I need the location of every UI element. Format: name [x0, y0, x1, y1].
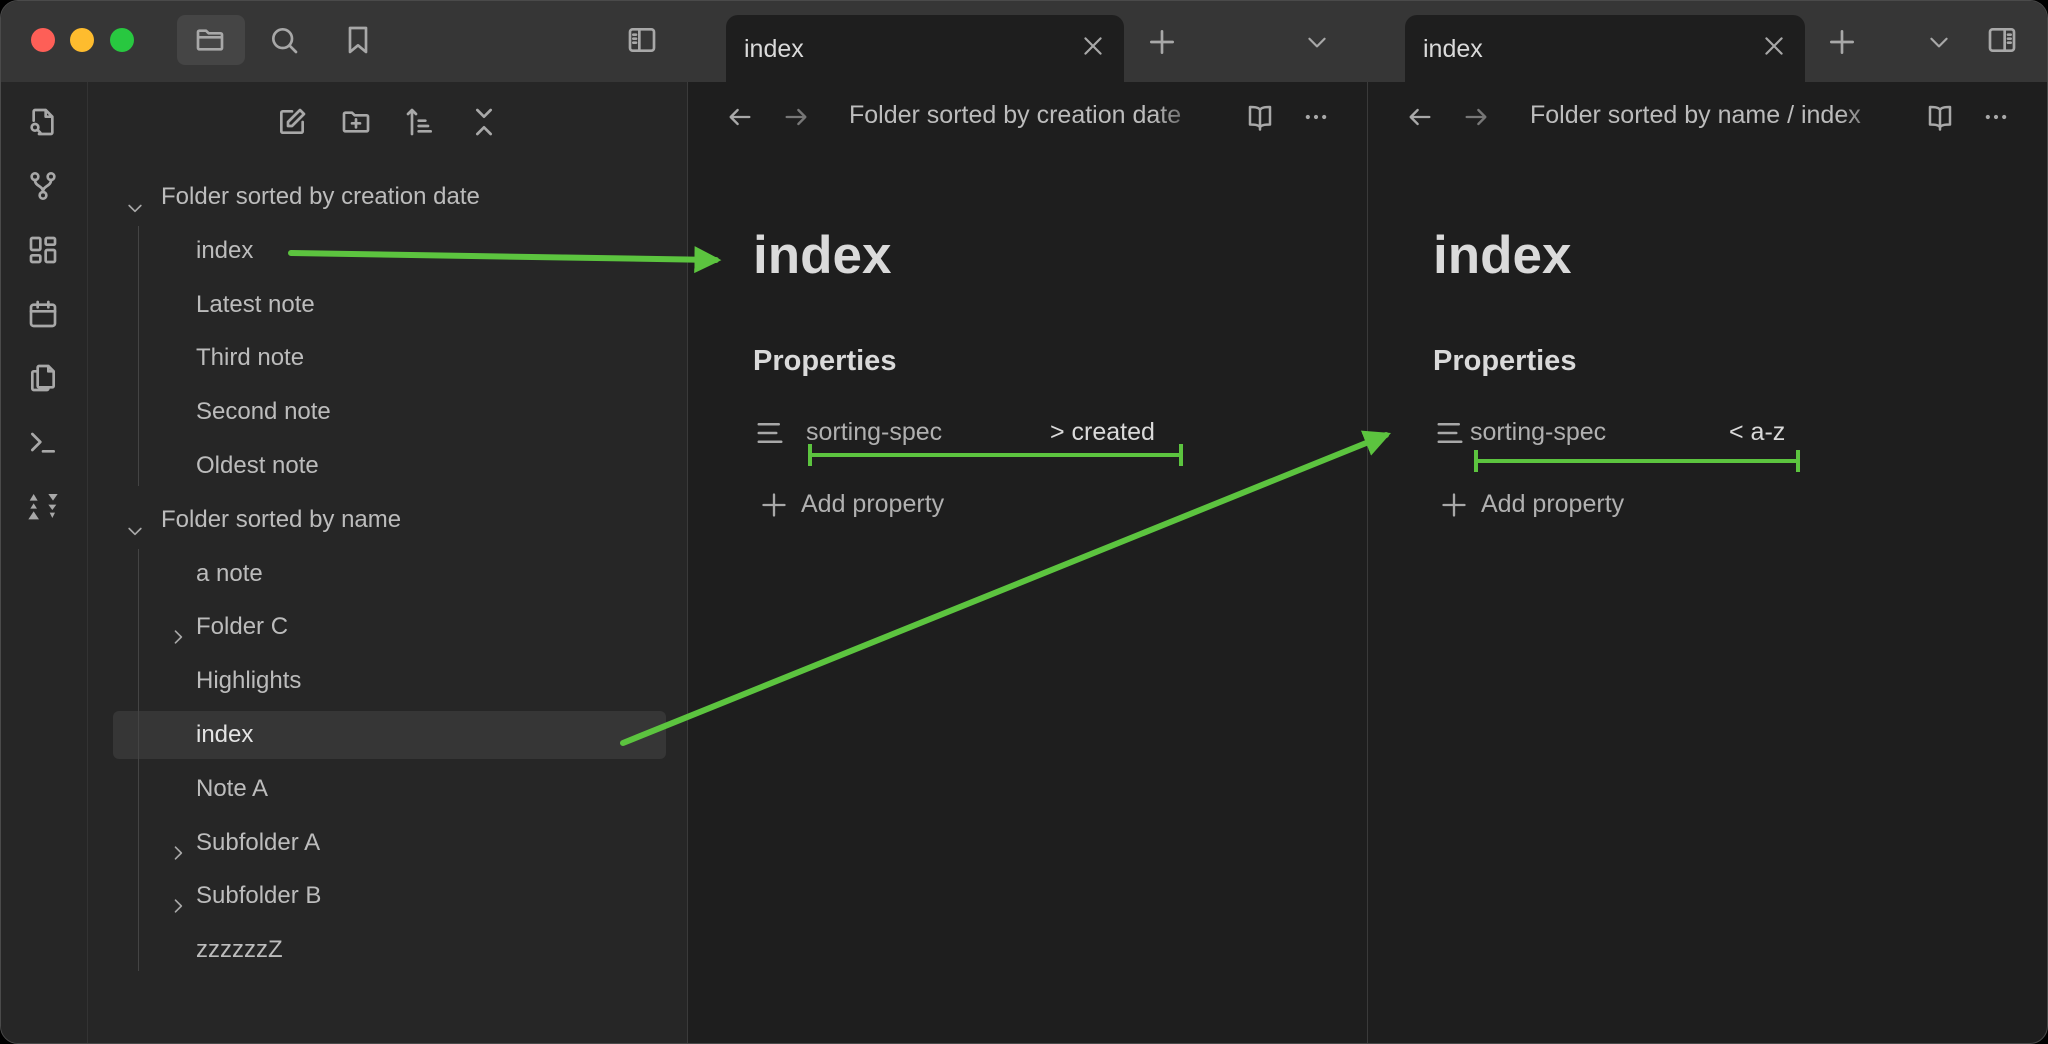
text-property-icon[interactable]: [1435, 417, 1465, 449]
tree-item-label: Folder C: [196, 613, 289, 641]
zoom-window-button[interactable]: [110, 28, 134, 52]
tree-folder-item[interactable]: Folder sorted by name: [113, 496, 666, 544]
minimize-window-button[interactable]: [70, 28, 94, 52]
properties-heading: Properties: [1433, 345, 1577, 377]
tree-item-label: Latest note: [196, 290, 315, 318]
close-tab-icon[interactable]: [1080, 33, 1106, 59]
tree-file-item[interactable]: zzzzzzZ: [113, 926, 666, 974]
add-property-button[interactable]: Add property: [801, 490, 944, 519]
bookmark-icon[interactable]: [342, 24, 374, 56]
property-key[interactable]: sorting-spec: [806, 418, 942, 447]
add-property-button[interactable]: Add property: [1481, 490, 1624, 519]
tree-folder-item[interactable]: Folder sorted by creation date: [113, 173, 666, 221]
tree-item-label: Highlights: [196, 667, 302, 695]
new-note-icon[interactable]: [276, 106, 308, 138]
property-key[interactable]: sorting-spec: [1470, 418, 1606, 447]
chevron-right-icon[interactable]: [157, 627, 183, 647]
tree-guide: [138, 226, 139, 486]
properties-heading: Properties: [753, 345, 897, 377]
note-title[interactable]: index: [753, 225, 891, 286]
plus-icon: [1440, 489, 1468, 521]
more-options-icon[interactable]: [1982, 101, 2010, 133]
forward-arrow-icon[interactable]: [1462, 101, 1490, 133]
back-arrow-icon[interactable]: [726, 101, 754, 133]
breadcrumb[interactable]: Folder sorted by creation date: [849, 101, 1209, 130]
tree-item-label: Second note: [196, 398, 331, 426]
tree-file-item[interactable]: a note: [113, 550, 666, 598]
plus-icon: [760, 489, 788, 521]
right-sidebar-toggle-icon[interactable]: [1986, 24, 2018, 56]
file-search-icon[interactable]: [27, 106, 59, 138]
tree-file-item[interactable]: Third note: [113, 334, 666, 382]
property-value[interactable]: > created: [1050, 418, 1155, 447]
tree-item-label: Subfolder B: [196, 882, 322, 910]
tab-label: index: [744, 35, 804, 63]
tree-item-label: Note A: [196, 774, 269, 802]
chevron-down-icon[interactable]: [1926, 26, 1952, 58]
property-value[interactable]: < a-z: [1729, 418, 1785, 447]
tree-item-label: index: [196, 236, 254, 264]
new-folder-icon[interactable]: [340, 106, 372, 138]
editor-pane: Folder sorted by creation date index Pro…: [688, 82, 1368, 1043]
reading-view-icon[interactable]: [1925, 101, 1955, 133]
graph-icon[interactable]: [27, 170, 59, 202]
tree-item-label: Folder sorted by name: [161, 505, 402, 533]
tree-item-label: Folder sorted by creation date: [161, 183, 480, 210]
forward-arrow-icon[interactable]: [782, 101, 810, 133]
app-window: index index Folder sorted by creation da…: [0, 0, 2048, 1044]
sort-order-icon[interactable]: [404, 106, 436, 138]
tree-item-label: zzzzzzZ: [196, 936, 283, 964]
chevron-down-icon[interactable]: [125, 510, 145, 535]
sidebar-toggle-icon[interactable]: [626, 24, 658, 56]
chevron-down-icon[interactable]: [125, 187, 145, 213]
collapse-all-icon[interactable]: [468, 106, 500, 138]
new-tab-icon[interactable]: [1146, 26, 1178, 58]
tree-item-label: Subfolder A: [196, 828, 321, 856]
tree-item-label: a note: [196, 559, 263, 587]
tree-file-item[interactable]: Oldest note: [113, 442, 666, 490]
new-tab-icon[interactable]: [1826, 26, 1858, 58]
file-explorer: Folder sorted by creation date index Lates…: [88, 82, 688, 1043]
tree-file-item[interactable]: Highlights: [113, 657, 666, 705]
tree-folder-item[interactable]: Folder C: [113, 603, 666, 651]
dashboard-icon[interactable]: [27, 234, 59, 266]
note-title[interactable]: index: [1433, 225, 1571, 286]
tree-guide: [138, 549, 139, 971]
chevron-right-icon[interactable]: [157, 896, 183, 916]
tree-item-label: Oldest note: [196, 452, 319, 479]
tree-file-item[interactable]: index: [113, 227, 666, 275]
breadcrumb[interactable]: Folder sorted by name / index: [1530, 101, 1895, 130]
tree-item-label: Third note: [196, 344, 305, 372]
terminal-icon[interactable]: [27, 426, 59, 458]
tree-file-item[interactable]: Second note: [113, 388, 666, 436]
tree-folder-item[interactable]: Subfolder B: [113, 872, 666, 920]
ribbon: [1, 82, 88, 1043]
close-tab-icon[interactable]: [1761, 33, 1787, 59]
more-options-icon[interactable]: [1302, 101, 1330, 133]
close-window-button[interactable]: [31, 28, 55, 52]
tab-label: index: [1423, 35, 1483, 63]
tree-file-item[interactable]: Note A: [113, 765, 666, 813]
editor-pane: Folder sorted by name / index index Prop…: [1368, 82, 2047, 1043]
sort-icon[interactable]: [27, 490, 59, 522]
text-property-icon[interactable]: [755, 417, 785, 449]
copy-icon[interactable]: [27, 362, 59, 394]
back-arrow-icon[interactable]: [1406, 101, 1434, 133]
chevron-right-icon[interactable]: [157, 843, 183, 863]
tree-folder-item[interactable]: Subfolder A: [113, 819, 666, 867]
tab-index-left[interactable]: index: [726, 15, 1124, 82]
tree-item-label: index: [196, 721, 254, 748]
tab-index-right[interactable]: index: [1405, 15, 1805, 82]
reading-view-icon[interactable]: [1245, 101, 1275, 133]
tree-file-item[interactable]: Latest note: [113, 281, 666, 329]
chevron-down-icon[interactable]: [1304, 26, 1330, 58]
search-icon[interactable]: [268, 24, 300, 56]
folder-icon[interactable]: [194, 24, 226, 56]
tree-file-item[interactable]: index: [113, 711, 666, 759]
calendar-icon[interactable]: [27, 298, 59, 330]
title-bar: index index: [1, 1, 2047, 82]
